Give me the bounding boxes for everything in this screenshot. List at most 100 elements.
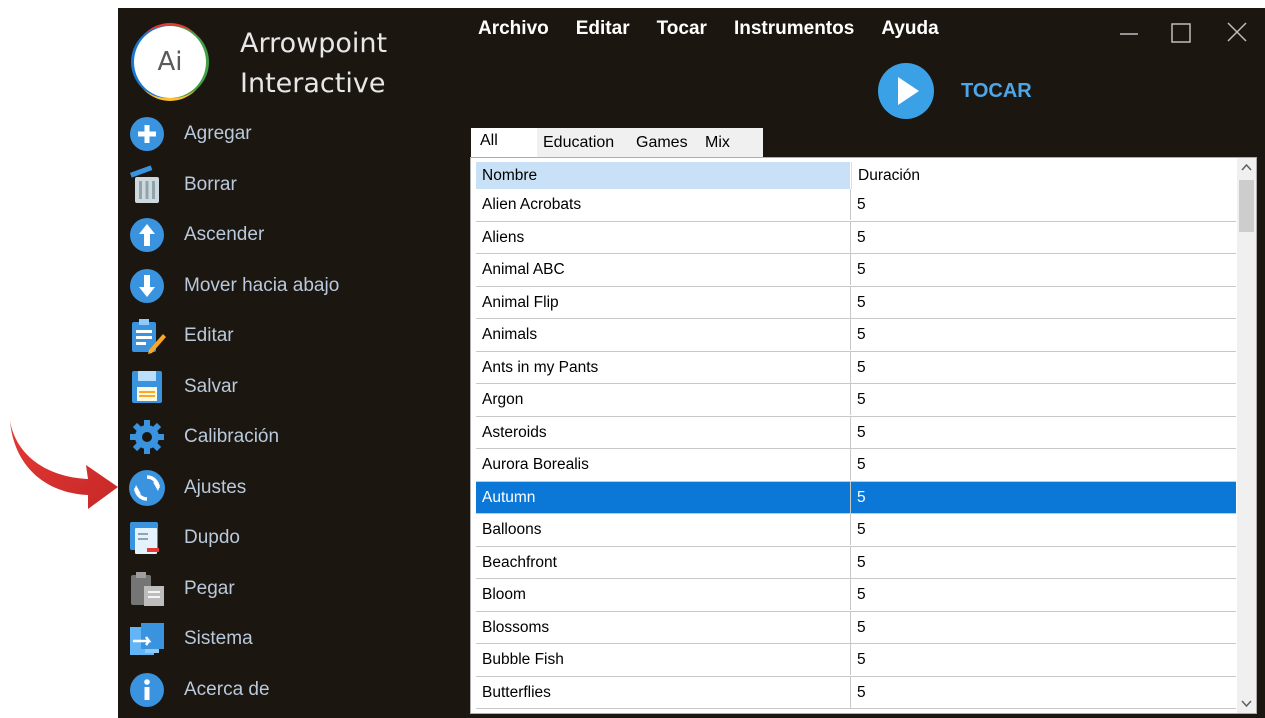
sidebar-item-dupdo[interactable]: Dupdo: [126, 513, 458, 564]
table-body: Alien Acrobats 5 Aliens 5 Animal ABC 5 Anim…: [476, 189, 1236, 709]
logo: Ai Arrowpoint Interactive: [130, 16, 450, 112]
cell-duration: 5: [857, 488, 866, 506]
tab-games[interactable]: Games: [636, 128, 702, 158]
app-window: Ai Arrowpoint Interactive Agregar Borrar: [118, 8, 1265, 718]
menubar: Archivo Editar Tocar Instrumentos Ayuda: [478, 18, 966, 40]
brand-name-line-2: Interactive: [240, 68, 386, 99]
effects-table: Nombre Duración Alien Acrobats 5 Aliens 5 …: [476, 162, 1236, 710]
callout-arrow-icon: [10, 421, 118, 509]
menu-editar[interactable]: Editar: [576, 18, 630, 40]
menu-ayuda[interactable]: Ayuda: [881, 18, 938, 40]
vertical-scrollbar[interactable]: [1237, 158, 1256, 713]
info-icon: [126, 669, 168, 711]
sidebar-item-label: Pegar: [184, 577, 235, 599]
arrow-up-circle-icon: [126, 214, 168, 256]
cell-name: Aliens: [476, 221, 851, 253]
save-disk-icon: [126, 366, 168, 408]
table-row[interactable]: Bloom 5: [476, 579, 1236, 612]
scroll-up-icon[interactable]: [1237, 158, 1256, 178]
table-row[interactable]: Bubble Fish 5: [476, 644, 1236, 677]
table-row[interactable]: Balloons 5: [476, 514, 1236, 547]
clipboard-pencil-icon: [126, 315, 168, 357]
sidebar-item-mover-hacia-abajo[interactable]: Mover hacia abajo: [126, 261, 458, 312]
cell-name: Argon: [476, 384, 851, 415]
cell-name: Alien Acrobats: [476, 189, 851, 220]
sidebar-item-label: Salvar: [184, 375, 238, 397]
menu-tocar[interactable]: Tocar: [657, 18, 707, 40]
sidebar-item-calibracion[interactable]: Calibración: [126, 412, 458, 463]
arrow-down-circle-icon: [126, 265, 168, 307]
cell-duration: 5: [857, 456, 866, 473]
cell-duration: 5: [857, 651, 866, 668]
cell-name: Animal Flip: [476, 286, 851, 318]
minimize-icon[interactable]: [1110, 16, 1148, 50]
table-row[interactable]: Animal Flip 5: [476, 286, 1236, 319]
table-row[interactable]: Aurora Borealis 5: [476, 449, 1236, 482]
plus-circle-icon: [126, 113, 168, 155]
table-row[interactable]: Beachfront 5: [476, 546, 1236, 579]
table-row[interactable]: Animals 5: [476, 319, 1236, 352]
sidebar-item-pegar[interactable]: Pegar: [126, 564, 458, 615]
cell-name: Butterflies: [476, 676, 851, 708]
tab-mix[interactable]: Mix: [705, 128, 755, 158]
scroll-down-icon[interactable]: [1237, 693, 1256, 713]
sidebar-item-agregar[interactable]: Agregar: [126, 109, 458, 160]
table-row-selected[interactable]: Autumn 5: [476, 481, 1236, 514]
sidebar-item-label: Mover hacia abajo: [184, 274, 340, 296]
cell-duration: 5: [857, 358, 866, 376]
sidebar-item-sistema[interactable]: Sistema: [126, 614, 458, 665]
column-header-duracion[interactable]: Duración: [851, 162, 1236, 189]
cell-name: Bubble Fish: [476, 644, 851, 675]
brand-name-line-1: Arrowpoint: [240, 28, 388, 59]
column-header-nombre[interactable]: Nombre: [476, 162, 850, 189]
sidebar-item-label: Calibración: [184, 426, 280, 448]
cell-name: Bloom: [476, 579, 851, 610]
play-button[interactable]: [878, 63, 934, 119]
tab-education[interactable]: Education: [543, 128, 631, 158]
table-row[interactable]: Aliens 5: [476, 221, 1236, 254]
sidebar-item-acerca-de[interactable]: Acerca de: [126, 665, 458, 716]
duplicate-icon: [126, 517, 168, 559]
sidebar-item-label: Ascender: [184, 224, 265, 246]
cell-name: Aurora Borealis: [476, 449, 851, 480]
cell-name: Animal ABC: [476, 254, 851, 285]
cell-duration: 5: [857, 261, 866, 278]
sidebar-item-borrar[interactable]: Borrar: [126, 160, 458, 211]
logo-badge: Ai: [134, 26, 206, 98]
sidebar-item-label: Ajustes: [184, 476, 247, 498]
table-row[interactable]: Animal ABC 5: [476, 254, 1236, 287]
cell-duration: 5: [857, 521, 866, 538]
sidebar-item-label: Editar: [184, 325, 234, 347]
table-row[interactable]: Alien Acrobats 5: [476, 189, 1236, 222]
effects-list-panel: Nombre Duración Alien Acrobats 5 Aliens 5 …: [470, 157, 1257, 714]
table-row[interactable]: Butterflies 5: [476, 676, 1236, 709]
menu-instrumentos[interactable]: Instrumentos: [734, 18, 854, 40]
cell-duration: 5: [857, 423, 866, 441]
table-row[interactable]: Blossoms 5: [476, 611, 1236, 644]
sidebar-item-salvar[interactable]: Salvar: [126, 362, 458, 413]
table-row[interactable]: Ants in my Pants 5: [476, 351, 1236, 384]
cell-name: Asteroids: [476, 416, 851, 448]
paste-icon: [126, 568, 168, 610]
cell-duration: 5: [857, 391, 866, 408]
tab-all[interactable]: All: [471, 128, 537, 160]
cell-duration: 5: [857, 553, 866, 571]
cell-duration: 5: [857, 618, 866, 636]
sidebar-item-ajustes[interactable]: Ajustes: [126, 463, 458, 514]
cell-duration: 5: [857, 586, 866, 603]
table-header: Nombre Duración: [476, 162, 1236, 189]
table-row[interactable]: Argon 5: [476, 384, 1236, 417]
maximize-icon[interactable]: [1162, 16, 1200, 50]
cell-name: Blossoms: [476, 611, 851, 643]
sidebar-item-label: Sistema: [184, 628, 253, 650]
play-label[interactable]: TOCAR: [961, 80, 1032, 103]
table-row[interactable]: Asteroids 5: [476, 416, 1236, 449]
sidebar-item-ascender[interactable]: Ascender: [126, 210, 458, 261]
close-icon[interactable]: [1218, 16, 1256, 50]
menu-archivo[interactable]: Archivo: [478, 18, 549, 40]
cell-name: Balloons: [476, 514, 851, 545]
logo-text: Ai: [157, 47, 183, 77]
scroll-thumb[interactable]: [1239, 180, 1254, 232]
sidebar-item-editar[interactable]: Editar: [126, 311, 458, 362]
system-icon: [126, 618, 168, 660]
